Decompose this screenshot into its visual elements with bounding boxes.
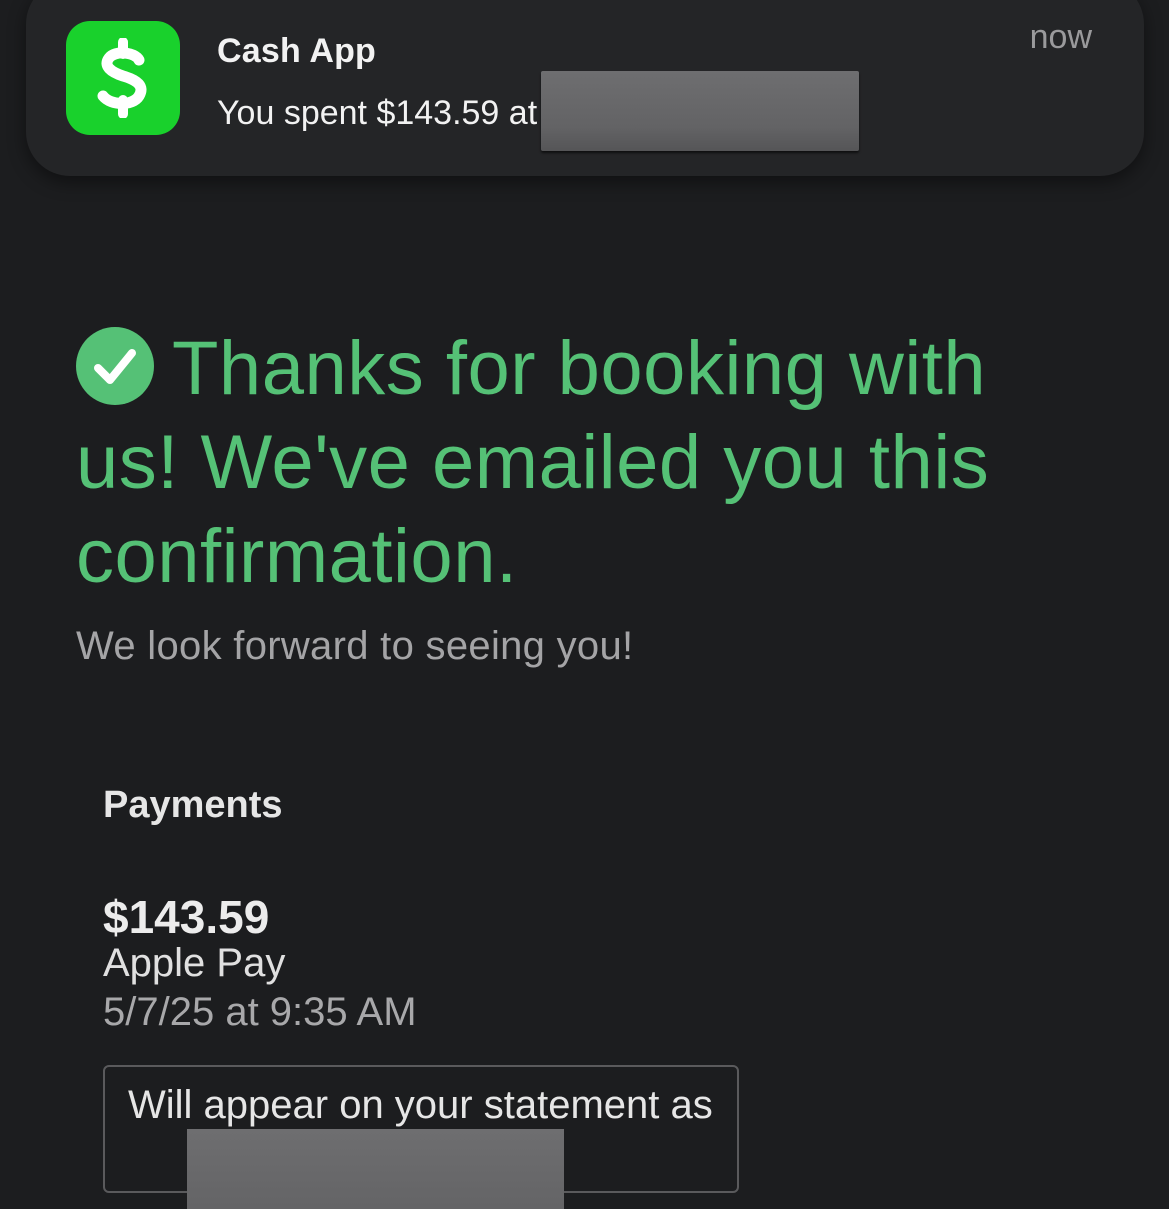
redacted-statement-name <box>187 1129 564 1209</box>
dollar-sign-icon <box>97 38 147 118</box>
push-notification[interactable]: Cash App You spent $143.59 at now <box>26 0 1144 176</box>
booking-confirmation-heading: Thanks for booking with us! We've emaile… <box>76 322 1076 604</box>
notification-app-name: Cash App <box>217 32 377 70</box>
notification-time: now <box>1029 18 1092 56</box>
notification-message-row: You spent $143.59 at <box>217 71 860 151</box>
redacted-merchant-name <box>541 71 860 151</box>
payment-datetime: 5/7/25 at 9:35 AM <box>103 990 417 1034</box>
confirmation-text: Thanks for booking with us! We've emaile… <box>76 326 990 599</box>
cash-app-icon <box>66 21 180 135</box>
statement-descriptor-text: Will appear on your statement as <box>128 1083 713 1127</box>
payments-heading: Payments <box>103 784 283 826</box>
check-circle-icon <box>76 326 154 405</box>
payment-amount: $143.59 <box>103 891 270 943</box>
statement-descriptor-box: Will appear on your statement as <box>103 1065 739 1209</box>
confirmation-subtitle: We look forward to seeing you! <box>76 624 634 668</box>
notification-message: You spent $143.59 at <box>217 93 538 132</box>
payment-method: Apple Pay <box>103 941 286 985</box>
